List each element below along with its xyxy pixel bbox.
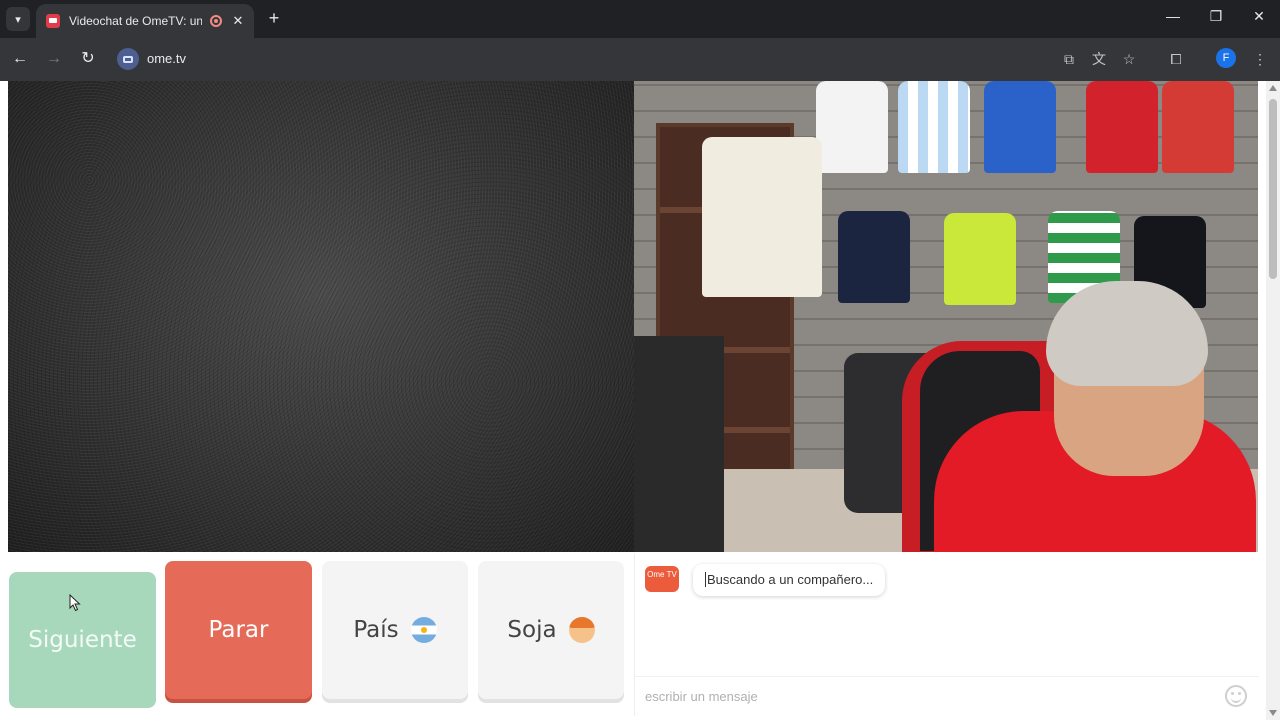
kebab-menu-icon: ⋮: [1253, 51, 1267, 67]
gender-button-label: Soja: [507, 617, 557, 643]
install-app-button[interactable]: ⧉: [1059, 49, 1079, 69]
video-noise: [8, 81, 634, 552]
ometv-logo: Ome TV: [645, 566, 679, 592]
jersey-red-2: [1162, 81, 1234, 173]
scroll-down-arrow[interactable]: [1269, 710, 1277, 716]
window-close-button[interactable]: ✕: [1249, 8, 1269, 25]
reload-button[interactable]: ↻: [78, 49, 98, 69]
smiley-icon[interactable]: [1225, 685, 1247, 707]
country-button[interactable]: País: [322, 561, 468, 699]
extensions-button[interactable]: ⧠: [1166, 49, 1186, 69]
ometv-favicon-icon: [46, 14, 60, 28]
partner-video-static: [8, 81, 634, 552]
arrow-left-icon: ←: [12, 50, 28, 67]
minimize-button[interactable]: —: [1163, 8, 1183, 24]
camera-icon: [123, 55, 133, 63]
next-button[interactable]: Siguiente: [9, 572, 156, 708]
tab-close-button[interactable]: ✕: [230, 13, 246, 29]
scroll-thumb[interactable]: [1269, 99, 1277, 279]
reload-icon: ↻: [81, 50, 95, 67]
profile-avatar[interactable]: F: [1216, 48, 1236, 68]
forward-button[interactable]: →: [44, 49, 64, 69]
bookmark-button[interactable]: ☆: [1119, 49, 1139, 69]
status-message: Buscando a un compañero...: [693, 564, 886, 596]
browser-toolbar: ← → ↻ ome.tv ⧉ 文 ☆ ⧠ F ⋮: [0, 38, 1280, 81]
recording-icon: [210, 15, 222, 27]
site-info-button[interactable]: [117, 48, 139, 70]
jersey-yellow: [944, 213, 1016, 305]
translate-icon: 文: [1092, 51, 1106, 67]
star-icon: ☆: [1122, 51, 1136, 67]
jersey-blue: [984, 81, 1056, 173]
scroll-up-arrow[interactable]: [1269, 85, 1277, 91]
argentina-flag-icon: [410, 617, 437, 643]
address-bar[interactable]: ome.tv: [147, 51, 186, 66]
jersey-red: [1086, 81, 1158, 173]
chat-panel: Ome TV Buscando a un compañero...: [634, 554, 1259, 716]
jacket-lakers: [702, 137, 822, 297]
next-button-label: Siguiente: [28, 627, 137, 653]
chevron-down-icon: ▾: [15, 13, 21, 26]
arrow-right-icon: →: [46, 50, 62, 67]
ometv-page: Siguiente Parar País Soja Ome TV Buscand…: [0, 81, 1280, 720]
message-input[interactable]: [645, 685, 1205, 707]
tab-search-button[interactable]: ▾: [6, 7, 30, 31]
install-icon: ⧉: [1064, 51, 1074, 67]
translate-button[interactable]: 文: [1089, 49, 1109, 69]
status-message-text: Buscando a un compañero...: [707, 572, 874, 587]
chat-input-bar: [635, 676, 1259, 716]
page-scrollbar[interactable]: [1266, 81, 1280, 720]
country-button-label: País: [353, 617, 399, 643]
restore-button[interactable]: ❐: [1206, 8, 1226, 25]
gender-button[interactable]: Soja: [478, 561, 624, 699]
browser-menu-button[interactable]: ⋮: [1250, 49, 1270, 69]
puzzle-icon: ⧠: [1170, 51, 1182, 67]
stop-button[interactable]: Parar: [165, 561, 312, 699]
stop-button-label: Parar: [208, 617, 269, 643]
boy-emoji-icon: [568, 617, 595, 643]
dark-foreground: [634, 336, 724, 552]
text-caret: [705, 572, 706, 587]
jersey-white-red: [816, 81, 888, 173]
browser-tab[interactable]: Videochat de OmeTV: una ✕: [36, 4, 254, 38]
jersey-striped: [898, 81, 970, 173]
self-camera-video: [634, 81, 1258, 552]
tab-strip: ▾ Videochat de OmeTV: una ✕ + — ❐ ✕: [0, 0, 1280, 38]
mouse-cursor-icon: [69, 594, 81, 612]
jersey-navy: [838, 211, 910, 303]
new-tab-button[interactable]: +: [264, 8, 284, 29]
back-button[interactable]: ←: [10, 49, 30, 69]
tab-title: Videochat de OmeTV: una: [69, 14, 202, 28]
